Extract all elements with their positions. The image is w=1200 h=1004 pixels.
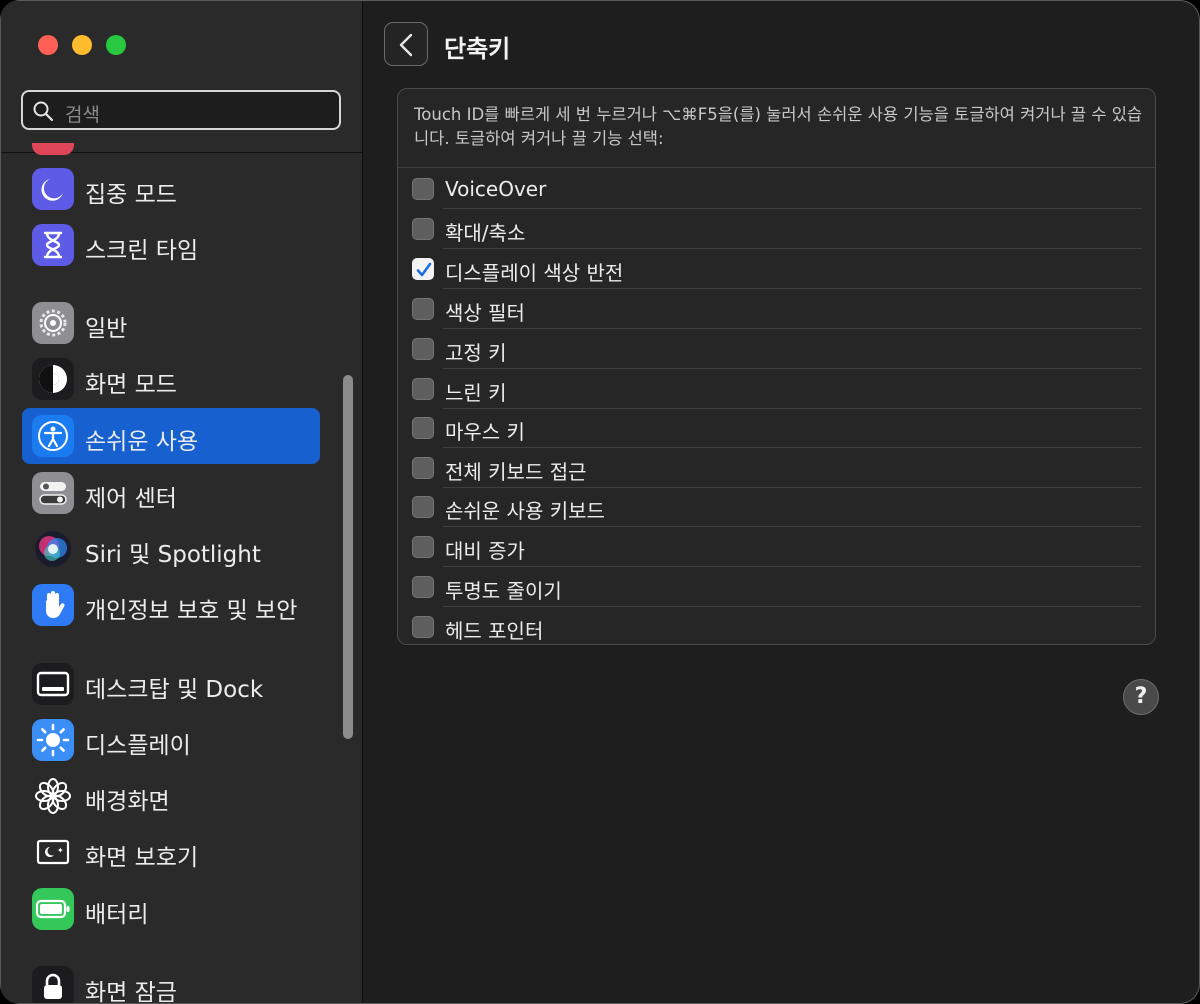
sidebar-item-displays[interactable]: 디스플레이 [22,712,320,768]
window-controls [38,35,126,55]
option-row-sticky-keys[interactable]: 고정 키 [412,329,1142,369]
sidebar-item-appearance[interactable]: 화면 모드 [22,351,320,407]
gear-icon [32,302,74,344]
settings-window: 검색 집중 모드 스크린 타임 일반 화면 모드 손쉬운 사용 제어 센터 Si… [0,0,1200,1004]
accessibility-icon [32,415,74,457]
option-row-invert-colors[interactable]: 디스플레이 색상 반전 [412,249,1142,289]
lock-icon [32,966,74,1003]
checkbox[interactable] [412,576,434,598]
option-label: 고정 키 [445,341,507,365]
checkmark-icon [416,262,432,277]
checkbox[interactable] [412,298,434,320]
shortcut-options-panel: Touch ID를 빠르게 세 번 누르거나 ⌥⌘F5을(를) 눌러서 손쉬운 … [397,88,1156,645]
sidebar-item-label: 배터리 [85,902,149,928]
checkbox[interactable] [412,536,434,558]
sidebar-item-screen-time[interactable]: 스크린 타임 [22,217,320,273]
option-row-zoom[interactable]: 확대/축소 [412,209,1142,249]
checkbox[interactable] [412,496,434,518]
option-label: 대비 증가 [445,539,525,563]
option-label: 손쉬운 사용 키보드 [445,499,605,523]
checkbox[interactable] [412,178,434,200]
sidebar-item-label: 화면 보호기 [85,845,199,871]
option-label: 확대/축소 [445,221,526,245]
page-title: 단축키 [444,35,511,63]
option-label: VoiceOver [445,177,547,201]
close-window-button[interactable] [38,35,58,55]
sidebar-item-accessibility[interactable]: 손쉬운 사용 [22,408,320,464]
option-row-color-filters[interactable]: 색상 필터 [412,289,1142,329]
control-center-icon [32,472,74,514]
option-row-accessibility-keyboard[interactable]: 손쉬운 사용 키보드 [412,487,1142,527]
sidebar-item-siri-spotlight[interactable]: Siri 및 Spotlight [22,521,320,577]
hand-icon [32,584,74,626]
sidebar-item-label: 디스플레이 [85,733,191,759]
option-label: 헤드 포인터 [445,619,544,643]
panel-description: Touch ID를 빠르게 세 번 누르거나 ⌥⌘F5을(를) 눌러서 손쉬운 … [414,105,1143,148]
partial-item-icon [32,143,74,155]
siri-icon [32,528,74,570]
dock-icon [32,663,74,705]
minimize-window-button[interactable] [72,35,92,55]
sidebar-item-label: 일반 [85,316,128,342]
option-row-slow-keys[interactable]: 느린 키 [412,369,1142,409]
sidebar-item-label: 화면 잠금 [85,980,177,1003]
option-label: 느린 키 [445,381,507,405]
sidebar-item-screen-saver[interactable]: ✦ 화면 보호기 [22,824,320,880]
option-row-mouse-keys[interactable]: 마우스 키 [412,408,1142,448]
zoom-window-button[interactable] [106,35,126,55]
sidebar: 검색 집중 모드 스크린 타임 일반 화면 모드 손쉬운 사용 제어 센터 Si… [1,1,363,1003]
screensaver-icon: ✦ [32,831,74,873]
search-placeholder: 검색 [65,104,100,126]
sidebar-item-label: Siri 및 Spotlight [85,542,261,568]
sidebar-item-battery[interactable]: 배터리 [22,881,320,937]
checkbox[interactable] [412,616,434,638]
sidebar-item-lock-screen[interactable]: 화면 잠금 [22,959,320,1003]
option-label: 색상 필터 [445,301,525,325]
sidebar-item-label: 데스크탑 및 Dock [85,677,264,703]
sidebar-item-focus[interactable]: 집중 모드 [22,161,320,217]
sidebar-item-privacy-security[interactable]: 개인정보 보호 및 보안 [22,577,320,633]
battery-icon [32,888,74,930]
svg-text:✦: ✦ [57,846,64,855]
sidebar-item-label: 배경화면 [85,789,170,815]
sidebar-item-label: 스크린 타임 [85,238,199,264]
search-field[interactable]: 검색 [21,90,341,130]
checkbox[interactable] [412,457,434,479]
help-button[interactable]: ? [1123,679,1159,715]
option-label: 투명도 줄이기 [445,579,562,603]
chevron-left-icon [399,33,413,57]
checkbox-checked[interactable] [412,258,434,280]
back-button[interactable] [384,22,428,66]
option-row-increase-contrast[interactable]: 대비 증가 [412,527,1142,567]
option-row-head-pointer[interactable]: 헤드 포인터 [412,607,1142,647]
appearance-icon [32,358,74,400]
search-icon [33,101,53,121]
sidebar-item-general[interactable]: 일반 [22,295,320,351]
option-label: 디스플레이 색상 반전 [445,261,624,285]
sidebar-item-desktop-dock[interactable]: 데스크탑 및 Dock [22,656,320,712]
sidebar-item-label: 제어 센터 [85,486,177,512]
option-label: 마우스 키 [445,420,525,444]
checkbox[interactable] [412,218,434,240]
sidebar-item-control-center[interactable]: 제어 센터 [22,465,320,521]
panel-divider [398,167,1155,168]
sidebar-item-label: 집중 모드 [85,182,177,208]
option-row-reduce-transparency[interactable]: 투명도 줄이기 [412,567,1142,607]
checkbox[interactable] [412,417,434,439]
option-label: 전체 키보드 접근 [445,460,587,484]
sidebar-item-label: 개인정보 보호 및 보안 [85,598,298,624]
option-row-voiceover[interactable]: VoiceOver [412,169,1142,209]
moon-icon [32,168,74,210]
hourglass-icon [32,224,74,266]
sun-icon [32,719,74,761]
checkbox[interactable] [412,378,434,400]
sidebar-item-label: 손쉬운 사용 [85,429,199,455]
option-row-full-keyboard-access[interactable]: 전체 키보드 접근 [412,448,1142,488]
flower-icon [32,775,74,817]
sidebar-item-wallpaper[interactable]: 배경화면 [22,768,320,824]
sidebar-item-label: 화면 모드 [85,372,177,398]
sidebar-scrollbar[interactable] [343,375,353,739]
checkbox[interactable] [412,338,434,360]
